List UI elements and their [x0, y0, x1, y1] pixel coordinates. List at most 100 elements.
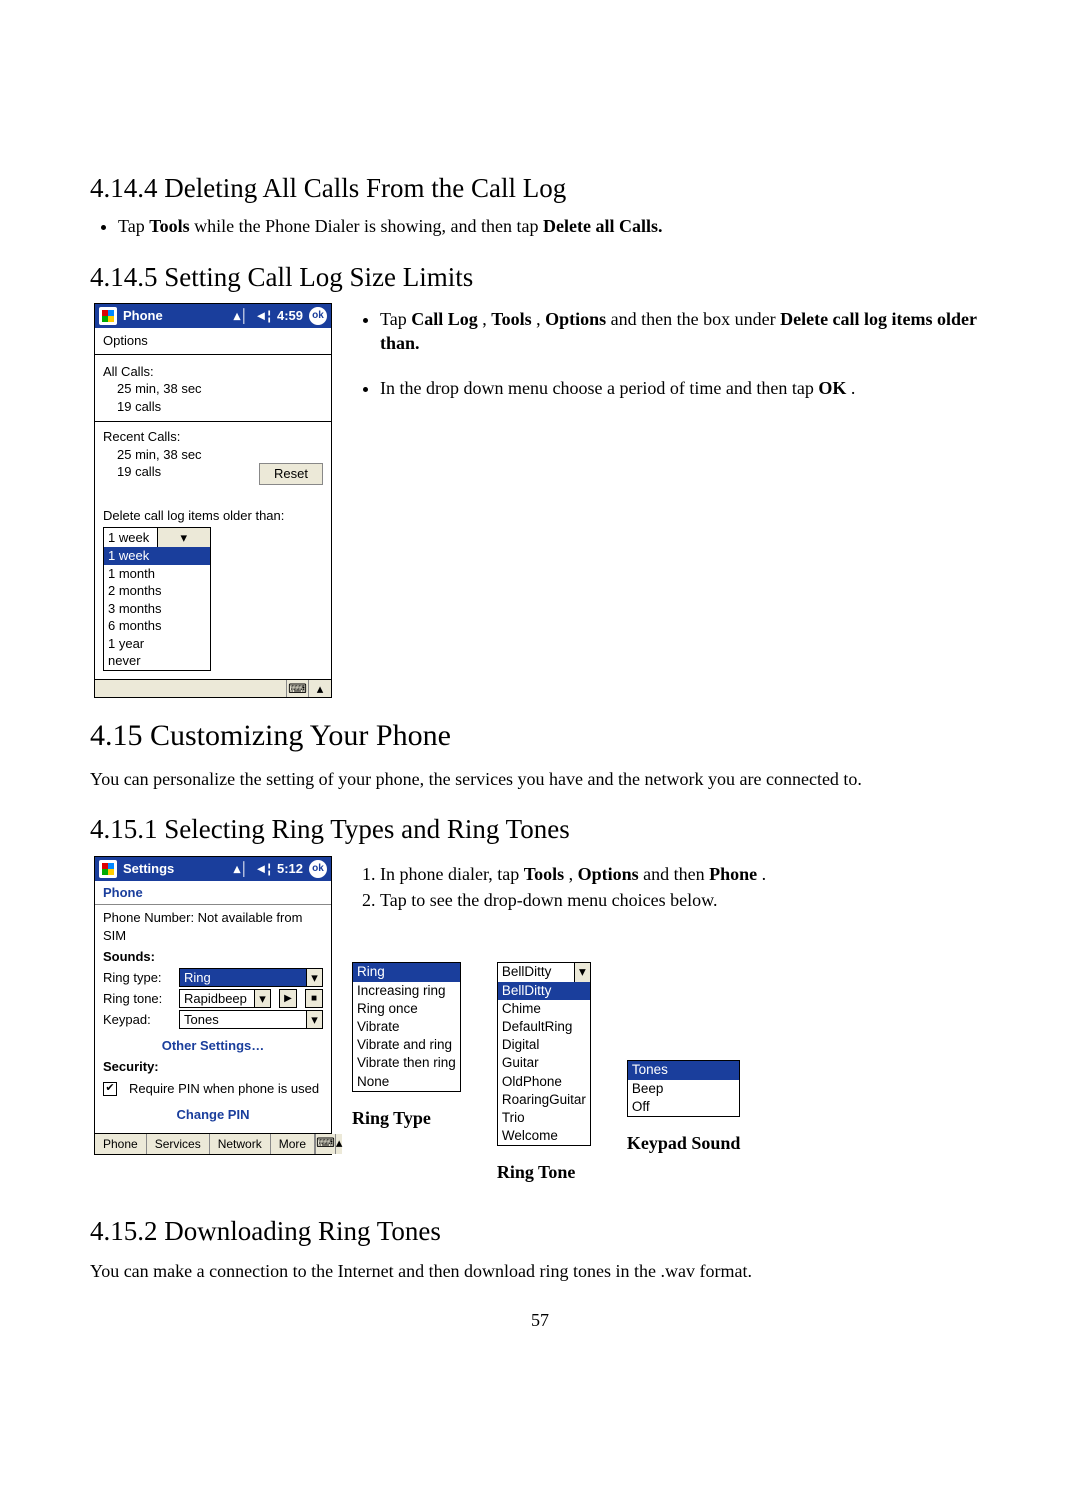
text: Tap [118, 216, 149, 236]
speaker-icon: ◄¦ [254, 860, 271, 878]
ok-button[interactable]: ok [309, 860, 327, 878]
tab-header: Phone [95, 881, 331, 906]
checkbox-require-pin[interactable]: ✔ [103, 1082, 117, 1096]
tab-phone[interactable]: Phone [95, 1134, 147, 1154]
keyboard-icon[interactable]: ⌨ [316, 1134, 336, 1154]
keyboard-icon[interactable]: ⌨ [287, 680, 309, 698]
popup-ring-type[interactable]: Ring Increasing ring Ring once Vibrate V… [352, 962, 461, 1092]
label-ring-tone: Ring tone: [103, 990, 173, 1008]
popup-item[interactable]: None [353, 1073, 460, 1091]
dropdown-value: Ring [180, 969, 306, 986]
list-item: In the drop down menu choose a period of… [380, 376, 990, 400]
section-sounds: Sounds: [103, 948, 323, 966]
tab-more[interactable]: More [271, 1134, 315, 1154]
tab-services[interactable]: Services [147, 1134, 210, 1154]
text: , [482, 309, 491, 329]
title-bar: Phone ▴│ ◄¦ 4:59 ok [95, 304, 331, 328]
signal-icon: ▴│ [234, 307, 249, 325]
stop-button[interactable]: ■ [305, 989, 323, 1008]
popup-item[interactable]: Chime [498, 1000, 590, 1018]
label-phone-number: Phone Number: Not available from SIM [103, 909, 323, 944]
popup-item[interactable]: BellDitty [498, 982, 590, 1000]
tab-network[interactable]: Network [210, 1134, 271, 1154]
popup-item[interactable]: Welcome [498, 1127, 590, 1145]
text: and then the box under [611, 309, 780, 329]
list-item: Tap to see the drop-down menu choices be… [380, 888, 990, 912]
app-title: Settings [123, 860, 174, 878]
figure-settings-phone: Settings ▴│ ◄¦ 5:12 ok Phone Phone Numbe… [94, 856, 332, 1156]
popup-item[interactable]: RoaringGuitar [498, 1091, 590, 1109]
intro-4-15: You can personalize the setting of your … [90, 767, 990, 791]
status-area: ▴│ ◄¦ 5:12 ok [234, 860, 327, 878]
dropdown-ring-type[interactable]: Ring ▾ [179, 968, 323, 987]
steps-4-15-1: In phone dialer, tap Tools , Options and… [352, 862, 990, 913]
page-number: 57 [90, 1308, 990, 1332]
dropdown-item[interactable]: never [104, 652, 210, 670]
popup-item[interactable]: Vibrate [353, 1018, 460, 1036]
heading-4-15: 4.15 Customizing Your Phone [90, 716, 990, 757]
popup-item[interactable]: OldPhone [498, 1073, 590, 1091]
popup-item[interactable]: Off [628, 1098, 740, 1116]
dropdown-item[interactable]: 1 year [104, 635, 210, 653]
popup-item[interactable]: Ring [353, 963, 460, 981]
popup-item[interactable]: Guitar [498, 1054, 590, 1072]
dropdown-value: Rapidbeep [180, 990, 254, 1007]
up-icon[interactable]: ▴ [336, 1134, 343, 1154]
ok-button[interactable]: ok [309, 307, 327, 325]
popup-item[interactable]: Vibrate then ring [353, 1054, 460, 1072]
popup-item[interactable]: Vibrate and ring [353, 1036, 460, 1054]
link-change-pin[interactable]: Change PIN [103, 1106, 323, 1124]
list-item: In phone dialer, tap Tools , Options and… [380, 862, 990, 886]
popup-item[interactable]: Increasing ring [353, 982, 460, 1000]
body-4-15-2: You can make a connection to the Interne… [90, 1259, 990, 1283]
dropdown-item[interactable]: 2 months [104, 582, 210, 600]
dropdown-list[interactable]: 1 week 1 month 2 months 3 months 6 month… [104, 547, 210, 670]
popup-item[interactable]: Trio [498, 1109, 590, 1127]
popup-item[interactable]: Digital [498, 1036, 590, 1054]
tab-bar: Phone Services Network More ⌨ ▴ [95, 1133, 331, 1154]
text: In the drop down menu choose a period of… [380, 378, 818, 398]
dropdown-item[interactable]: 1 week [104, 547, 210, 565]
heading-4-15-1: 4.15.1 Selecting Ring Types and Ring Ton… [90, 811, 990, 847]
dropdown-value: Tones [180, 1011, 306, 1028]
chevron-down-icon: ▾ [157, 528, 211, 548]
text-bold: OK [818, 378, 846, 398]
popup-item[interactable]: Beep [628, 1080, 740, 1098]
windows-logo-icon [99, 860, 117, 878]
value-all-count: 19 calls [103, 398, 323, 416]
link-other-settings[interactable]: Other Settings… [103, 1037, 323, 1055]
text-bold: Tools [491, 309, 531, 329]
dropdown-keypad[interactable]: Tones ▾ [179, 1010, 323, 1029]
value-recent-duration: 25 min, 38 sec [103, 446, 323, 464]
dropdown-item[interactable]: 3 months [104, 600, 210, 618]
up-icon[interactable]: ▴ [309, 680, 331, 698]
label-delete-older: Delete call log items older than: [103, 507, 323, 525]
windows-logo-icon [99, 307, 117, 325]
chevron-down-icon: ▾ [306, 1011, 322, 1028]
popup-keypad-sound[interactable]: Tones Beep Off [627, 1060, 741, 1117]
app-title: Phone [123, 307, 163, 325]
chevron-down-icon: ▾ [306, 969, 322, 986]
popup-ring-tone[interactable]: BellDitty ▾ BellDitty Chime DefaultRing … [497, 962, 591, 1146]
dropdown-item[interactable]: 6 months [104, 617, 210, 635]
label-recent-calls: Recent Calls: [103, 428, 323, 446]
dropdown-item[interactable]: 1 month [104, 565, 210, 583]
dropdown-value: BellDitty [498, 963, 574, 981]
value-all-duration: 25 min, 38 sec [103, 380, 323, 398]
heading-4-15-2: 4.15.2 Downloading Ring Tones [90, 1213, 990, 1249]
text-bold: Options [545, 309, 606, 329]
reset-button[interactable]: Reset [259, 463, 323, 485]
dropdown-age[interactable]: 1 week ▾ 1 week 1 month 2 months 3 month… [103, 527, 211, 671]
dropdown-ring-tone[interactable]: Rapidbeep ▾ [179, 989, 271, 1008]
caption-ring-tone: Ring Tone [497, 1160, 591, 1184]
popup-item[interactable]: Ring once [353, 1000, 460, 1018]
popup-item[interactable]: DefaultRing [498, 1018, 590, 1036]
figure-phone-options: Phone ▴│ ◄¦ 4:59 ok Options All Calls: 2… [94, 303, 332, 698]
play-button[interactable]: ▶ [279, 989, 297, 1008]
popup-item[interactable]: Tones [628, 1061, 740, 1079]
label-keypad: Keypad: [103, 1011, 173, 1029]
clock: 5:12 [277, 860, 303, 878]
chevron-down-icon: ▾ [254, 990, 270, 1007]
text: while the Phone Dialer is showing, and t… [194, 216, 543, 236]
label-ring-type: Ring type: [103, 969, 173, 987]
